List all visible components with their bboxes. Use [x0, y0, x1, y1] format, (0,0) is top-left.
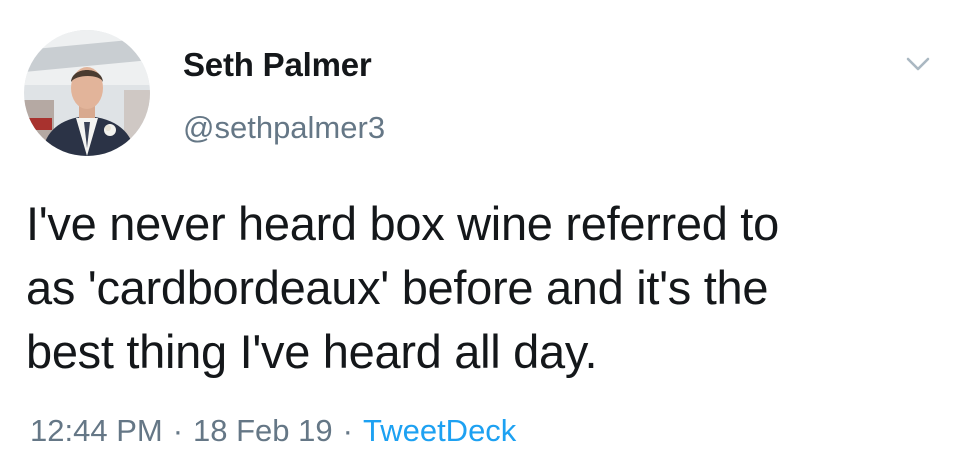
- tweet-text-line: I've never heard box wine referred to: [26, 197, 779, 250]
- tweet-date[interactable]: 18 Feb 19: [193, 413, 333, 448]
- user-handle[interactable]: @sethpalmer3: [183, 110, 385, 146]
- meta-separator: ·: [172, 413, 184, 448]
- avatar[interactable]: [24, 30, 150, 156]
- chevron-down-icon[interactable]: [900, 48, 936, 78]
- avatar-photo: [24, 30, 150, 156]
- tweet-time[interactable]: 12:44 PM: [30, 413, 163, 448]
- tweet-text-line: best thing I've heard all day.: [26, 325, 598, 378]
- tweet-text: I've never heard box wine referred to as…: [26, 192, 931, 384]
- display-name[interactable]: Seth Palmer: [183, 46, 372, 84]
- tweet-meta: 12:44 PM · 18 Feb 19 · TweetDeck: [30, 413, 516, 449]
- tweet-text-line: as 'cardbordeaux' before and it's the: [26, 261, 769, 314]
- meta-separator: ·: [342, 413, 353, 448]
- tweet-source-link[interactable]: TweetDeck: [363, 413, 516, 448]
- tweet-card: Seth Palmer @sethpalmer3 I've never hear…: [0, 0, 955, 474]
